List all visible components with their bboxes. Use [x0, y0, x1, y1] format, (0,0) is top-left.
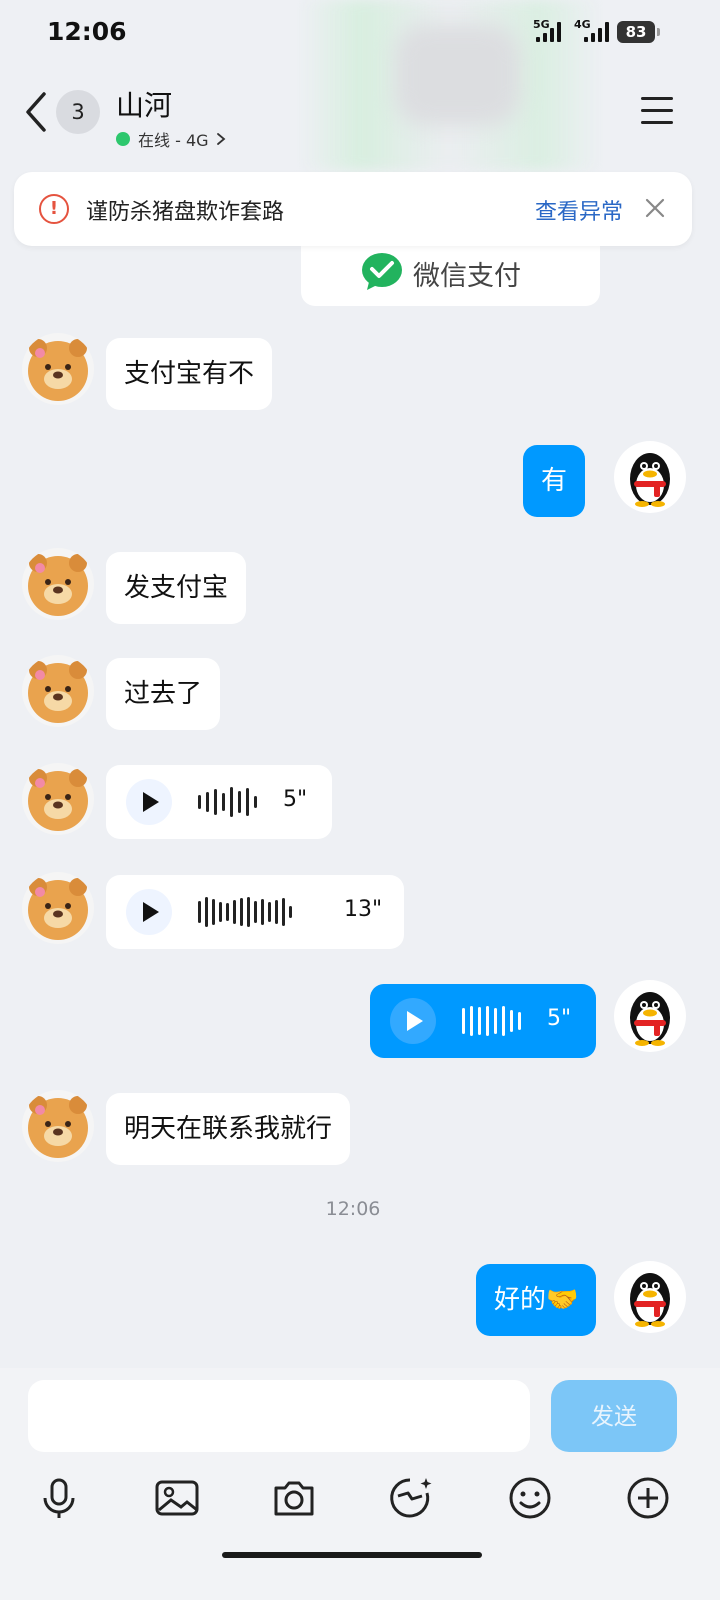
chevron-left-icon [26, 92, 46, 132]
fraud-warning-banner: ! 谨防杀猪盘欺诈套路 查看异常 [14, 172, 692, 246]
bear-avatar-icon [28, 1096, 88, 1158]
bear-avatar-icon [28, 878, 88, 940]
message-bubble[interactable]: 好的🤝 [476, 1264, 597, 1336]
bear-avatar-icon [28, 661, 88, 723]
camera-icon[interactable] [270, 1474, 318, 1522]
message-bubble[interactable]: 支付宝有不 [106, 338, 273, 410]
contact-avatar[interactable] [22, 872, 94, 944]
contact-avatar[interactable] [22, 655, 94, 727]
unread-count-badge: 3 [56, 90, 100, 134]
wechat-pay-card[interactable]: 微信支付 [301, 238, 600, 306]
contact-avatar[interactable] [22, 1090, 94, 1162]
composer-area: 发送 [0, 1368, 720, 1600]
battery-icon: 83 [617, 21, 660, 43]
waveform-icon [198, 783, 257, 821]
send-button[interactable]: 发送 [551, 1380, 677, 1452]
menu-button[interactable] [641, 97, 673, 125]
image-icon[interactable] [153, 1474, 201, 1522]
my-avatar[interactable] [614, 441, 686, 513]
voice-message[interactable]: 5" [370, 984, 596, 1058]
view-anomaly-link[interactable]: 查看异常 [535, 194, 623, 226]
waveform-icon [462, 1002, 521, 1040]
voice-duration: 13" [344, 897, 383, 922]
voice-message[interactable]: 5" [106, 765, 332, 839]
background-blob [395, 25, 520, 125]
play-icon [143, 792, 159, 812]
my-avatar[interactable] [614, 980, 686, 1052]
sticker-icon[interactable] [386, 1474, 434, 1522]
penguin-avatar-icon [630, 1273, 670, 1327]
message-bubble[interactable]: 明天在联系我就行 [106, 1093, 351, 1165]
signal-bars-icon [536, 22, 561, 42]
status-bar: 12:06 5G 4G 83 [0, 0, 720, 170]
close-icon[interactable] [641, 194, 669, 222]
penguin-avatar-icon [630, 992, 670, 1046]
status-time: 12:06 [47, 17, 127, 46]
online-status-text: 在线 - 4G [138, 131, 209, 150]
signal-bars-icon-2 [584, 22, 609, 42]
message-input[interactable] [28, 1380, 530, 1452]
contact-avatar[interactable] [22, 333, 94, 405]
message-timestamp: 12:06 [325, 1198, 381, 1220]
online-status[interactable]: 在线 - 4G [116, 127, 227, 151]
microphone-icon[interactable] [35, 1474, 83, 1522]
wechat-pay-icon [362, 253, 402, 290]
back-button[interactable] [22, 90, 52, 134]
play-button[interactable] [126, 779, 172, 825]
bear-avatar-icon [28, 554, 88, 616]
message-bubble[interactable]: 有 [523, 445, 586, 517]
waveform-icon [198, 893, 292, 931]
play-button[interactable] [126, 889, 172, 935]
warning-text: 谨防杀猪盘欺诈套路 [86, 200, 285, 225]
plus-icon[interactable] [624, 1474, 672, 1522]
contact-avatar[interactable] [22, 548, 94, 620]
bear-avatar-icon [28, 339, 88, 401]
voice-duration: 5" [283, 787, 308, 812]
contact-avatar[interactable] [22, 763, 94, 835]
play-icon [143, 902, 159, 922]
alert-icon: ! [39, 194, 69, 224]
voice-duration: 5" [547, 1006, 572, 1031]
online-dot-icon [116, 132, 130, 146]
play-icon [407, 1011, 423, 1031]
contact-name[interactable]: 山河 [116, 84, 172, 124]
message-bubble[interactable]: 过去了 [106, 658, 221, 730]
bear-avatar-icon [28, 769, 88, 831]
emoji-icon[interactable] [506, 1474, 554, 1522]
message-bubble[interactable]: 发支付宝 [106, 552, 247, 624]
penguin-avatar-icon [630, 453, 670, 507]
wechat-pay-label: 微信支付 [413, 261, 521, 292]
play-button[interactable] [390, 998, 436, 1044]
voice-message[interactable]: 13" [106, 875, 404, 949]
chevron-right-icon [216, 133, 225, 145]
home-indicator[interactable] [222, 1552, 482, 1558]
my-avatar[interactable] [614, 1261, 686, 1333]
